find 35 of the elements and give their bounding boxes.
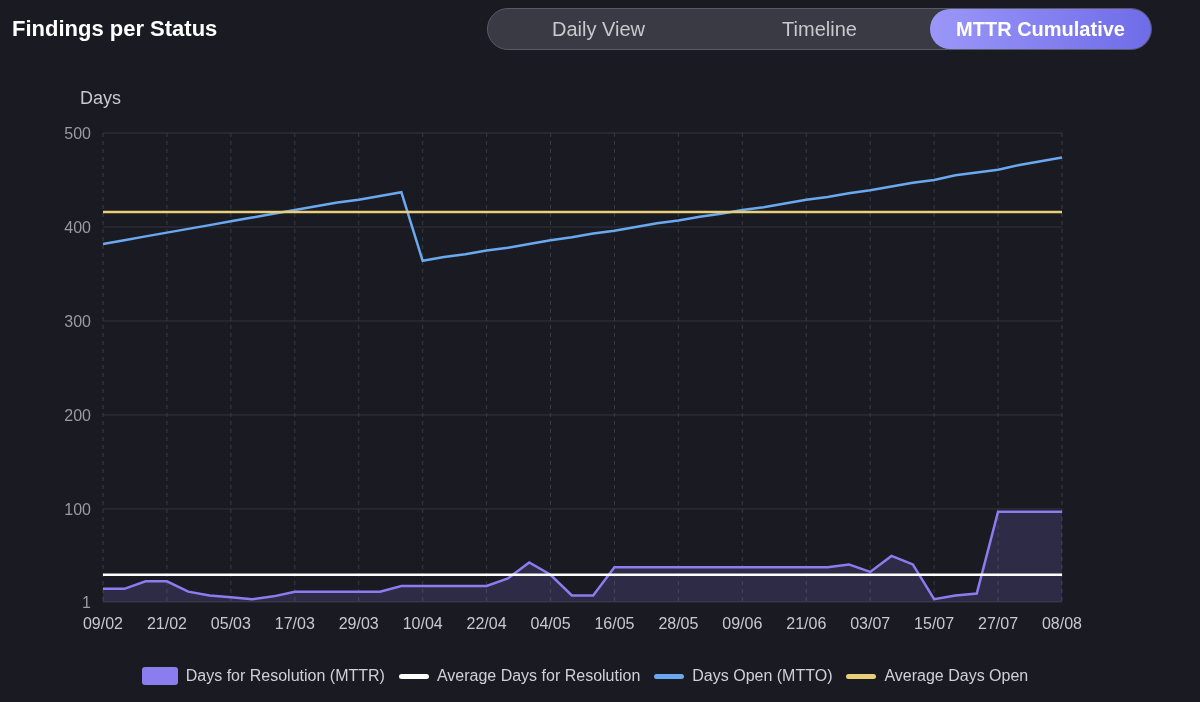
x-tick-label: 08/08: [1042, 615, 1082, 632]
y-tick-label: 100: [64, 500, 91, 518]
view-tab[interactable]: Daily View: [488, 9, 709, 49]
legend-swatch: [141, 667, 178, 685]
x-tick-label: 04/05: [530, 615, 571, 632]
view-tab[interactable]: MTTR Cumulative: [930, 9, 1151, 49]
x-tick-label: 29/03: [338, 615, 379, 632]
x-tick-label: 22/04: [466, 615, 507, 632]
y-axis-label: Days: [80, 88, 121, 108]
x-tick-label: 21/06: [786, 615, 827, 632]
legend-label[interactable]: Days Open (MTTO): [692, 667, 833, 685]
legend-swatch: [846, 673, 877, 679]
y-tick-label: 300: [64, 313, 91, 330]
legend-label[interactable]: Average Days Open: [884, 667, 1029, 685]
x-tick-label: 15/07: [914, 615, 955, 632]
x-tick-label: 05/03: [210, 615, 251, 632]
x-tick-label: 21/02: [146, 615, 187, 632]
chart-title: Findings per Status: [12, 16, 218, 42]
legend-swatch: [654, 673, 685, 679]
x-tick-label: 16/05: [594, 615, 635, 632]
x-tick-label: 17/03: [274, 615, 315, 632]
view-tab[interactable]: Timeline: [709, 9, 930, 49]
x-tick-label: 27/07: [978, 615, 1019, 632]
x-tick-label: 28/05: [658, 615, 699, 632]
y-tick-label: 1: [82, 594, 91, 611]
x-tick-label: 10/04: [402, 615, 443, 632]
legend-label[interactable]: Days for Resolution (MTTR): [185, 667, 385, 685]
legend-swatch: [398, 673, 429, 679]
x-tick-label: 03/07: [850, 615, 891, 632]
y-tick-label: 400: [64, 219, 91, 236]
legend-label[interactable]: Average Days for Resolution: [436, 667, 641, 685]
x-tick-label: 09/06: [722, 615, 763, 632]
y-tick-label: 500: [64, 125, 91, 142]
y-tick-label: 200: [64, 406, 91, 424]
x-tick-label: 09/02: [83, 615, 123, 632]
